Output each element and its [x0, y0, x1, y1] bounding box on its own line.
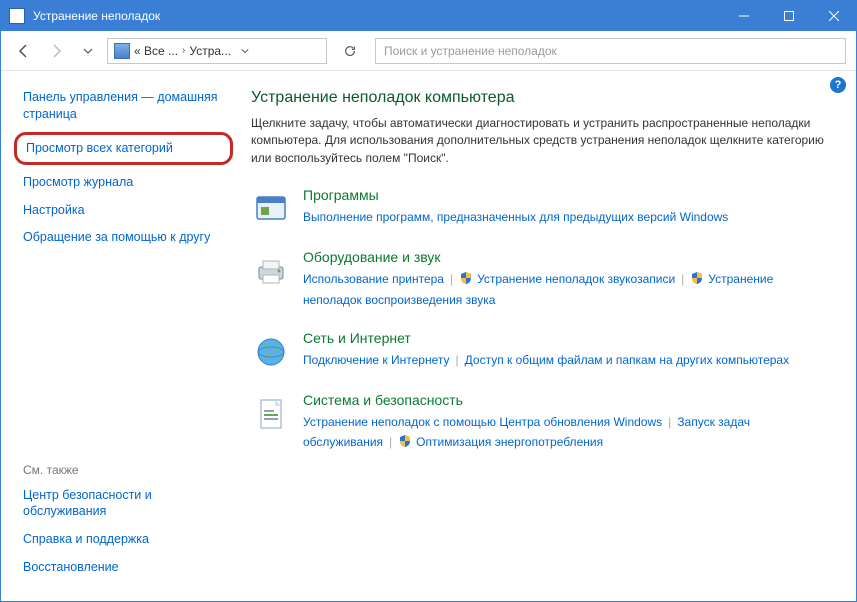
category-block: Оборудование и звук Использование принтер… [251, 249, 832, 310]
category-title[interactable]: Сеть и Интернет [303, 330, 832, 346]
address-bar-row: « Все ... › Устра... [1, 31, 856, 71]
category-body: Система и безопасность Устранение неполад… [303, 392, 832, 453]
minimize-button[interactable] [721, 1, 766, 31]
help-icon[interactable]: ? [830, 77, 846, 93]
close-button[interactable] [811, 1, 856, 31]
category-body: Оборудование и звук Использование принтер… [303, 249, 832, 310]
back-button[interactable] [11, 38, 37, 64]
troubleshooter-link[interactable]: Устранение неполадок звукозаписи [459, 272, 675, 286]
breadcrumb-segment[interactable]: « Все ... [134, 44, 178, 58]
main-panel: Устранение неполадок компьютера Щелкните… [241, 71, 856, 601]
category-block: Система и безопасность Устранение неполад… [251, 392, 832, 453]
page-title: Устранение неполадок компьютера [251, 89, 832, 107]
sidebar-link-help[interactable]: Справка и поддержка [23, 531, 227, 548]
page-description: Щелкните задачу, чтобы автоматически диа… [251, 115, 832, 167]
category-icon [251, 394, 291, 434]
search-input[interactable] [384, 44, 837, 58]
sidebar-link-remote-assist[interactable]: Обращение за помощью к другу [23, 229, 227, 246]
sidebar-link-recovery[interactable]: Восстановление [23, 559, 227, 576]
window-title: Устранение неполадок [33, 9, 721, 23]
category-title[interactable]: Система и безопасность [303, 392, 832, 408]
sidebar: Панель управления — домашняя страница Пр… [1, 71, 241, 601]
category-sublinks: Использование принтера | Устранение непола… [303, 269, 832, 310]
recent-locations-dropdown[interactable] [75, 38, 101, 64]
category-body: Сеть и Интернет Подключение к Интернету | Д… [303, 330, 832, 372]
address-box[interactable]: « Все ... › Устра... [107, 38, 327, 64]
refresh-button[interactable] [337, 38, 363, 64]
troubleshooter-link[interactable]: Выполнение программ, предназначенных для… [303, 210, 728, 224]
category-sublinks: Устранение неполадок с помощью Центра об… [303, 412, 832, 453]
troubleshooter-link[interactable]: Подключение к Интернету [303, 353, 450, 367]
category-body: Программы Выполнение программ, предназнач… [303, 187, 832, 229]
category-icon [251, 189, 291, 229]
see-also-header: См. также [23, 463, 227, 477]
sidebar-link-security-center[interactable]: Центр безопасности и обслуживания [23, 487, 227, 521]
address-dropdown[interactable] [235, 44, 255, 58]
sidebar-link-all-categories[interactable]: Просмотр всех категорий [26, 140, 221, 157]
category-block: Сеть и Интернет Подключение к Интернету | Д… [251, 330, 832, 372]
category-title[interactable]: Программы [303, 187, 832, 203]
separator: | [389, 435, 392, 449]
separator: | [681, 272, 684, 286]
highlight-annotation: Просмотр всех категорий [14, 132, 233, 165]
sidebar-link-settings[interactable]: Настройка [23, 202, 227, 219]
category-block: Программы Выполнение программ, предназнач… [251, 187, 832, 229]
forward-button[interactable] [43, 38, 69, 64]
separator: | [456, 353, 459, 367]
troubleshooter-link[interactable]: Использование принтера [303, 272, 444, 286]
category-sublinks: Подключение к Интернету | Доступ к общим ф… [303, 350, 832, 370]
sidebar-link-home[interactable]: Панель управления — домашняя страница [23, 89, 227, 123]
maximize-button[interactable] [766, 1, 811, 31]
sidebar-link-history[interactable]: Просмотр журнала [23, 174, 227, 191]
control-panel-icon [114, 43, 130, 59]
troubleshooter-link[interactable]: Доступ к общим файлам и папкам на других… [465, 353, 789, 367]
separator: | [668, 415, 671, 429]
content-area: ? Панель управления — домашняя страница … [1, 71, 856, 601]
category-title[interactable]: Оборудование и звук [303, 249, 832, 265]
chevron-right-icon: › [182, 45, 185, 56]
troubleshooter-link[interactable]: Устранение неполадок с помощью Центра об… [303, 415, 662, 429]
search-box[interactable] [375, 38, 846, 64]
category-icon [251, 251, 291, 291]
breadcrumb-segment[interactable]: Устра... [189, 44, 231, 58]
app-icon [9, 8, 25, 24]
category-icon [251, 332, 291, 372]
separator: | [450, 272, 453, 286]
titlebar: Устранение неполадок [1, 1, 856, 31]
troubleshooter-link[interactable]: Оптимизация энергопотребления [398, 435, 603, 449]
category-sublinks: Выполнение программ, предназначенных для… [303, 207, 832, 227]
control-panel-window: Устранение неполадок « Все ... › Устра..… [0, 0, 857, 602]
